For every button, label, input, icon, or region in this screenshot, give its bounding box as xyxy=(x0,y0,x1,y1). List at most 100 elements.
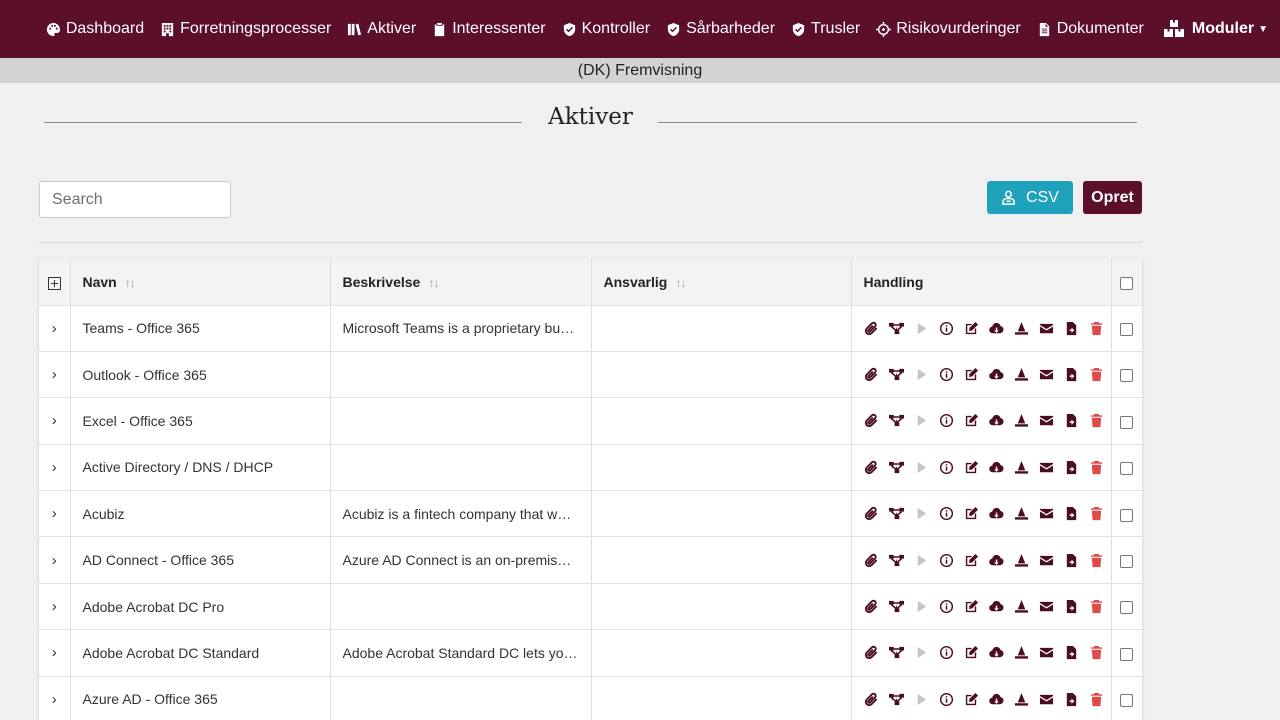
wizard-hat-icon[interactable] xyxy=(1014,692,1029,707)
nav-item-dashboard[interactable]: Dashboard xyxy=(46,20,144,38)
envelope-icon[interactable] xyxy=(1039,553,1054,568)
play-icon[interactable] xyxy=(914,460,929,475)
network-icon[interactable] xyxy=(888,367,904,382)
network-icon[interactable] xyxy=(888,553,904,568)
chevron-right-icon[interactable]: › xyxy=(52,644,57,661)
expand-cell[interactable]: › xyxy=(39,536,71,584)
paperclip-icon[interactable] xyxy=(864,367,879,382)
row-checkbox[interactable] xyxy=(1120,415,1134,429)
wizard-hat-icon[interactable] xyxy=(1014,321,1029,336)
play-icon[interactable] xyxy=(914,506,929,521)
sort-icon[interactable]: ↑↓ xyxy=(125,276,136,290)
network-icon[interactable] xyxy=(888,645,904,660)
table-row[interactable]: › Azure AD - Office 365 xyxy=(39,676,1142,720)
row-select-cell[interactable] xyxy=(1111,629,1142,677)
expand-cell[interactable]: › xyxy=(39,444,71,492)
play-icon[interactable] xyxy=(914,645,929,660)
row-checkbox[interactable] xyxy=(1120,601,1134,615)
envelope-icon[interactable] xyxy=(1039,321,1054,336)
cloud-download-icon[interactable] xyxy=(988,645,1004,660)
envelope-icon[interactable] xyxy=(1039,460,1054,475)
chevron-right-icon[interactable]: › xyxy=(52,320,57,337)
trash-icon[interactable] xyxy=(1089,321,1104,336)
expand-cell[interactable]: › xyxy=(39,676,71,720)
cloud-download-icon[interactable] xyxy=(988,599,1004,614)
play-icon[interactable] xyxy=(914,599,929,614)
chevron-right-icon[interactable]: › xyxy=(52,366,57,383)
paperclip-icon[interactable] xyxy=(864,645,879,660)
table-row[interactable]: › AD Connect - Office 365 Azure AD Conne… xyxy=(39,536,1142,584)
trash-icon[interactable] xyxy=(1089,599,1104,614)
play-icon[interactable] xyxy=(914,413,929,428)
select-all-cell[interactable] xyxy=(1111,259,1142,306)
play-icon[interactable] xyxy=(914,367,929,382)
network-icon[interactable] xyxy=(888,599,904,614)
row-checkbox[interactable] xyxy=(1120,369,1134,383)
edit-icon[interactable] xyxy=(964,460,979,475)
chevron-right-icon[interactable]: › xyxy=(52,412,57,429)
trash-icon[interactable] xyxy=(1089,553,1104,568)
expand-all-cell[interactable] xyxy=(39,259,71,306)
trash-icon[interactable] xyxy=(1089,645,1104,660)
edit-icon[interactable] xyxy=(964,413,979,428)
expand-cell[interactable]: › xyxy=(39,351,71,399)
search-input[interactable] xyxy=(39,181,231,218)
file-export-icon[interactable] xyxy=(1064,321,1079,336)
nav-item-sarbarheder[interactable]: Sårbarheder xyxy=(666,20,775,38)
table-row[interactable]: › Active Directory / DNS / DHCP xyxy=(39,444,1142,492)
nav-item-forretningsprocesser[interactable]: Forretningsprocesser xyxy=(160,20,331,38)
paperclip-icon[interactable] xyxy=(864,321,879,336)
network-icon[interactable] xyxy=(888,413,904,428)
wizard-hat-icon[interactable] xyxy=(1014,413,1029,428)
info-icon[interactable] xyxy=(939,599,954,614)
expand-cell[interactable]: › xyxy=(39,583,71,631)
envelope-icon[interactable] xyxy=(1039,645,1054,660)
table-row[interactable]: › Adobe Acrobat DC Standard Adobe Acroba… xyxy=(39,629,1142,677)
row-select-cell[interactable] xyxy=(1111,397,1142,445)
edit-icon[interactable] xyxy=(964,599,979,614)
info-icon[interactable] xyxy=(939,367,954,382)
paperclip-icon[interactable] xyxy=(864,506,879,521)
nav-item-aktiver[interactable]: Aktiver xyxy=(347,20,416,38)
envelope-icon[interactable] xyxy=(1039,599,1054,614)
column-header-name[interactable]: Navn ↑↓ xyxy=(70,259,331,306)
cloud-download-icon[interactable] xyxy=(988,460,1004,475)
info-icon[interactable] xyxy=(939,460,954,475)
nav-item-trusler[interactable]: Trusler xyxy=(791,20,860,38)
envelope-icon[interactable] xyxy=(1039,413,1054,428)
row-select-cell[interactable] xyxy=(1111,351,1142,399)
expand-cell[interactable]: › xyxy=(39,490,71,538)
envelope-icon[interactable] xyxy=(1039,692,1054,707)
nav-modules-dropdown[interactable]: Moduler ▼ xyxy=(1163,20,1268,38)
network-icon[interactable] xyxy=(888,692,904,707)
table-row[interactable]: › Excel - Office 365 xyxy=(39,397,1142,445)
edit-icon[interactable] xyxy=(964,506,979,521)
info-icon[interactable] xyxy=(939,692,954,707)
network-icon[interactable] xyxy=(888,506,904,521)
nav-item-risikovurderinger[interactable]: Risikovurderinger xyxy=(876,20,1021,38)
column-header-description[interactable]: Beskrivelse ↑↓ xyxy=(330,259,592,306)
paperclip-icon[interactable] xyxy=(864,599,879,614)
wizard-hat-icon[interactable] xyxy=(1014,645,1029,660)
row-select-cell[interactable] xyxy=(1111,490,1142,538)
row-checkbox[interactable] xyxy=(1120,554,1134,568)
sort-icon[interactable]: ↑↓ xyxy=(675,276,686,290)
edit-icon[interactable] xyxy=(964,367,979,382)
paperclip-icon[interactable] xyxy=(864,460,879,475)
wizard-hat-icon[interactable] xyxy=(1014,367,1029,382)
trash-icon[interactable] xyxy=(1089,460,1104,475)
cloud-download-icon[interactable] xyxy=(988,367,1004,382)
trash-icon[interactable] xyxy=(1089,692,1104,707)
expand-cell[interactable]: › xyxy=(39,305,71,352)
edit-icon[interactable] xyxy=(964,692,979,707)
trash-icon[interactable] xyxy=(1089,367,1104,382)
info-icon[interactable] xyxy=(939,413,954,428)
chevron-right-icon[interactable]: › xyxy=(52,459,57,476)
edit-icon[interactable] xyxy=(964,553,979,568)
info-icon[interactable] xyxy=(939,553,954,568)
create-button[interactable]: Opret xyxy=(1083,181,1142,214)
trash-icon[interactable] xyxy=(1089,506,1104,521)
row-checkbox[interactable] xyxy=(1120,508,1134,522)
file-export-icon[interactable] xyxy=(1064,599,1079,614)
table-row[interactable]: › Acubiz Acubiz is a fintech company tha… xyxy=(39,490,1142,538)
